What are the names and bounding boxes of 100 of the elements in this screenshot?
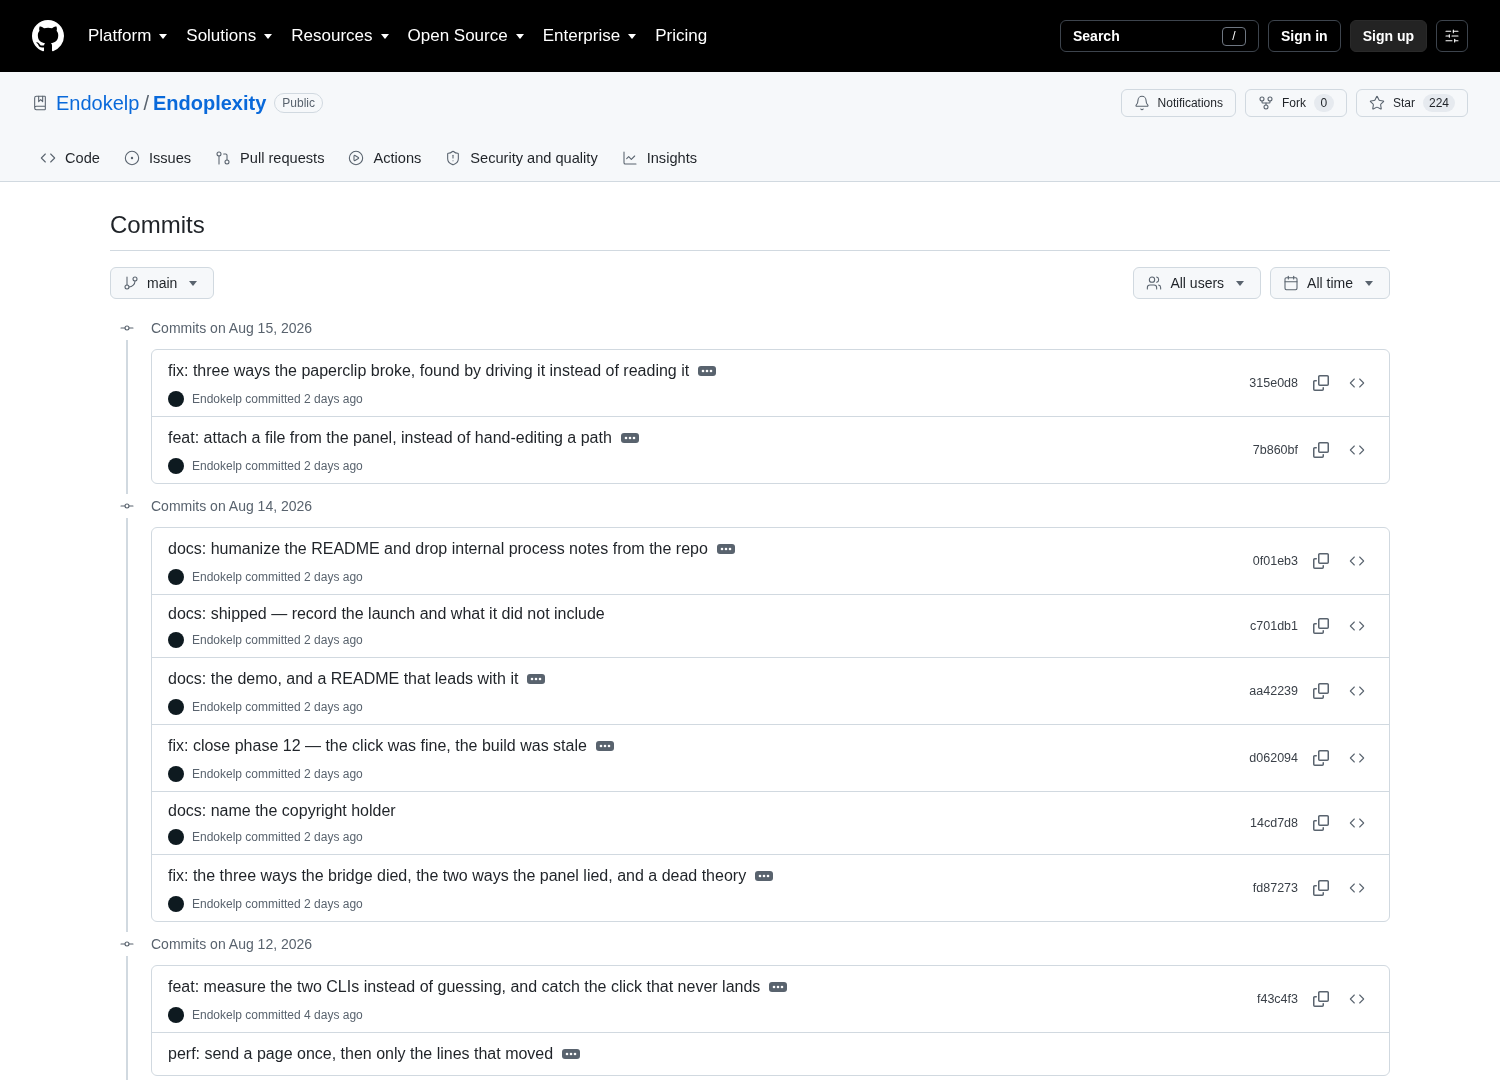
page-title: Commits bbox=[110, 182, 1390, 251]
commit-meta: Endokelp committed 2 days ago bbox=[192, 391, 363, 408]
code-icon bbox=[40, 150, 56, 166]
caret-icon bbox=[159, 33, 168, 39]
calendar-icon bbox=[1283, 275, 1300, 291]
copy-icon bbox=[1313, 750, 1329, 766]
time-filter[interactable]: All time bbox=[1270, 267, 1390, 299]
repo-tab[interactable]: Insights bbox=[613, 142, 705, 174]
ellipsis-icon bbox=[562, 1049, 581, 1059]
commit-title[interactable]: feat: attach a file from the panel, instead of hand-editing a path bbox=[168, 426, 612, 450]
caret-icon bbox=[264, 33, 273, 39]
notifications-button[interactable]: Notifications bbox=[1120, 89, 1236, 117]
star-button[interactable]: Star 224 bbox=[1355, 89, 1468, 117]
path-separator: / bbox=[143, 91, 149, 115]
search-field[interactable]: Search / bbox=[1060, 20, 1259, 52]
copy-icon bbox=[1313, 442, 1329, 458]
commit-hash[interactable]: 14cd7d8 bbox=[1250, 816, 1298, 830]
commit-group-date: Commits on Aug 12, 2026 bbox=[151, 936, 313, 952]
repo-tab[interactable]: Pull requests bbox=[207, 142, 333, 174]
sign-in-button[interactable]: Sign in bbox=[1268, 20, 1341, 52]
commit-hash[interactable]: 0f01eb3 bbox=[1252, 554, 1298, 568]
shield-icon bbox=[445, 150, 462, 166]
code-icon bbox=[1349, 442, 1365, 458]
branch-icon bbox=[123, 275, 139, 291]
caret-icon bbox=[628, 33, 637, 39]
code-icon bbox=[1349, 750, 1365, 766]
commit-title[interactable]: docs: name the copyright holder bbox=[168, 799, 396, 823]
commit-title[interactable]: feat: measure the two CLIs instead of guessing, and catch the click that never lands bbox=[168, 975, 761, 999]
code-icon bbox=[1349, 683, 1365, 699]
repo-tab[interactable]: Actions bbox=[340, 142, 430, 174]
avatar-icon bbox=[168, 829, 184, 845]
copy-icon bbox=[1313, 375, 1329, 391]
commit-group-date: Commits on Aug 14, 2026 bbox=[151, 498, 313, 514]
circle-dot-icon bbox=[123, 150, 140, 166]
commit-title[interactable]: fix: close phase 12 — the click was fine, the build was stale bbox=[168, 734, 587, 758]
commit-hash[interactable]: f43c4f3 bbox=[1257, 992, 1298, 1006]
nav-menu-item[interactable]: Pricing bbox=[655, 24, 708, 48]
caret-icon bbox=[1365, 280, 1373, 286]
user-filter[interactable]: All users bbox=[1133, 267, 1262, 299]
copy-icon bbox=[1313, 683, 1329, 699]
code-icon bbox=[1349, 991, 1365, 1007]
commit-hash[interactable]: c701db1 bbox=[1250, 619, 1298, 633]
commit-title[interactable]: perf: send a page once, then only the lines that moved bbox=[168, 1042, 554, 1066]
commit-title[interactable]: docs: the demo, and a README that leads with it bbox=[168, 667, 519, 691]
avatar-icon bbox=[168, 458, 184, 474]
commit-title[interactable]: docs: shipped — record the launch and what it did not include bbox=[168, 602, 605, 626]
ellipsis-icon bbox=[698, 366, 717, 376]
bell-icon bbox=[1133, 95, 1150, 111]
count-badge: 224 bbox=[1422, 94, 1455, 112]
settings-button[interactable] bbox=[1436, 20, 1468, 52]
commit-group-date: Commits on Aug 15, 2026 bbox=[151, 320, 313, 336]
code-icon bbox=[1349, 375, 1365, 391]
nav-menu-item[interactable]: Platform bbox=[88, 24, 168, 48]
commit-meta: Endokelp committed 2 days ago bbox=[192, 829, 363, 846]
nav-menu-item[interactable]: Enterprise bbox=[542, 24, 637, 48]
avatar-icon bbox=[168, 1007, 184, 1023]
avatar-icon bbox=[168, 569, 184, 585]
repo-tab[interactable]: Code bbox=[32, 142, 108, 174]
copy-icon bbox=[1313, 880, 1329, 896]
commit-hash[interactable]: 7b860bf bbox=[1252, 443, 1298, 457]
commit-hash[interactable]: fd87273 bbox=[1252, 881, 1298, 895]
fork-button[interactable]: Fork 0 bbox=[1244, 89, 1347, 117]
ellipsis-icon bbox=[755, 871, 774, 881]
count-badge: 0 bbox=[1313, 94, 1334, 112]
commit-title[interactable]: fix: the three ways the bridge died, the two ways the panel lied, and a dead theory bbox=[168, 864, 747, 888]
code-icon bbox=[1349, 815, 1365, 831]
copy-icon bbox=[1313, 618, 1329, 634]
ellipsis-icon bbox=[620, 433, 639, 443]
commit-meta: Endokelp committed 2 days ago bbox=[192, 569, 363, 586]
caret-icon bbox=[1236, 280, 1245, 286]
commit-title[interactable]: fix: three ways the paperclip broke, found by driving it instead of reading it bbox=[168, 359, 690, 383]
avatar-icon bbox=[168, 766, 184, 782]
nav-menu-item[interactable]: Open Source bbox=[407, 24, 524, 48]
caret-icon bbox=[380, 33, 389, 39]
branch-select[interactable]: main bbox=[110, 267, 215, 299]
copy-icon bbox=[1313, 815, 1329, 831]
nav-menu-item[interactable]: Resources bbox=[291, 24, 389, 48]
play-icon bbox=[348, 150, 365, 166]
cat-logo-icon[interactable] bbox=[32, 20, 64, 52]
star-icon bbox=[1368, 95, 1385, 111]
commit-meta: Endokelp committed 2 days ago bbox=[192, 699, 363, 716]
repo-owner-link[interactable]: Endokelp bbox=[56, 91, 140, 115]
commit-title[interactable]: docs: humanize the README and drop internal process notes from the repo bbox=[168, 537, 708, 561]
nav-menu-item[interactable]: Solutions bbox=[186, 24, 273, 48]
sliders-icon bbox=[1444, 28, 1460, 44]
commit-hash[interactable]: aa42239 bbox=[1249, 684, 1298, 698]
ellipsis-icon bbox=[527, 674, 546, 684]
book-icon bbox=[32, 95, 48, 111]
repo-name-link[interactable]: Endoplexity bbox=[152, 91, 267, 115]
repo-tab[interactable]: Issues bbox=[115, 142, 200, 174]
sign-up-button[interactable]: Sign up bbox=[1349, 20, 1427, 52]
ellipsis-icon bbox=[769, 982, 788, 992]
copy-icon bbox=[1313, 553, 1329, 569]
commit-meta: Endokelp committed 2 days ago bbox=[192, 896, 363, 913]
avatar-icon bbox=[168, 699, 184, 715]
caret-icon bbox=[515, 33, 524, 39]
repo-tab[interactable]: Security and quality bbox=[437, 142, 606, 174]
commit-hash[interactable]: d062094 bbox=[1249, 751, 1298, 765]
commit-hash[interactable]: 315e0d8 bbox=[1249, 376, 1298, 390]
commit-meta: Endokelp committed 2 days ago bbox=[192, 766, 363, 783]
